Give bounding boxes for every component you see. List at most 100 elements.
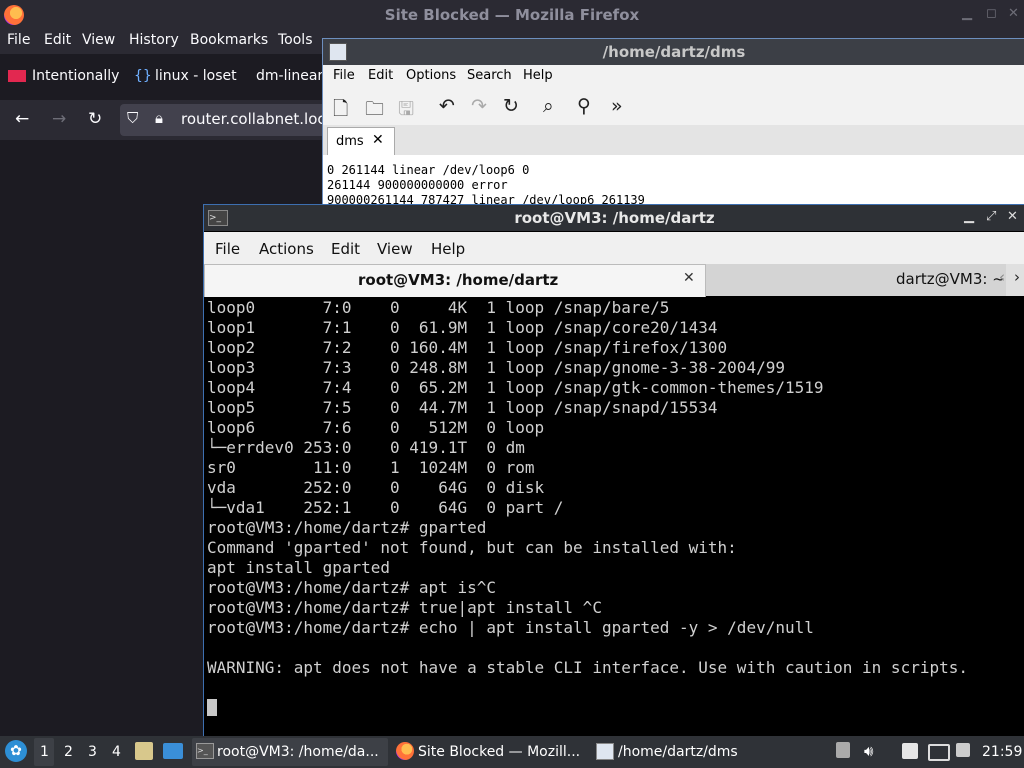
terminal-task-icon: >_	[196, 743, 214, 759]
tab-dartz-label: dartz@VM3: ~	[896, 270, 1005, 288]
dms-menu-help[interactable]: Help	[523, 68, 553, 83]
editor-app-icon	[329, 43, 347, 61]
url-text[interactable]: router.collabnet.local	[181, 110, 339, 128]
terminal-line: └─errdev0 253:0 0 419.1T 0 dm	[207, 438, 525, 457]
terminal-line: loop5 7:5 0 44.7M 1 loop /snap/snapd/155…	[207, 398, 718, 417]
dms-editor-window: /home/dartz/dms File Edit Options Search…	[322, 38, 1024, 210]
terminal-title: root@VM3: /home/dartz	[204, 205, 1024, 231]
terminal-line: root@VM3:/home/dartz# echo | apt install…	[207, 618, 814, 637]
close-icon[interactable]: ✕	[1007, 209, 1018, 224]
dms-toolbar	[323, 89, 1024, 123]
close-tab-icon[interactable]: ✕	[372, 132, 384, 148]
terminal-line: vda 252:0 0 64G 0 disk	[207, 478, 545, 497]
terminal-line: loop3 7:3 0 248.8M 1 loop /snap/gnome-3-…	[207, 358, 785, 377]
clipboard-icon[interactable]	[836, 742, 850, 758]
find-icon[interactable]: ⌕	[543, 95, 554, 117]
task-terminal-label: root@VM3: /home/da...	[217, 744, 379, 760]
brackets-icon: {}	[134, 68, 152, 84]
shield-icon[interactable]: ⛉	[127, 109, 138, 127]
forward-icon[interactable]: →	[52, 109, 66, 129]
term-menu-view[interactable]: View	[377, 240, 413, 258]
dms-menu-file[interactable]: File	[333, 68, 355, 83]
terminal-line: root@VM3:/home/dartz# gparted	[207, 518, 487, 537]
term-menu-help[interactable]: Help	[431, 240, 465, 258]
save-icon[interactable]: 🖫	[398, 95, 414, 127]
scroll-right-icon[interactable]: ›	[1014, 268, 1020, 286]
tab-linux-loset[interactable]: linux - loset	[155, 68, 237, 84]
tab-dartz[interactable]: dartz@VM3: ~	[706, 264, 1006, 296]
task-editor-label[interactable]: /home/dartz/dms	[618, 744, 738, 760]
terminal-line: apt install gparted	[207, 558, 391, 577]
minimize-icon[interactable]: ▁	[962, 6, 972, 21]
close-tab-icon[interactable]: ✕	[683, 270, 695, 286]
term-menu-file[interactable]: File	[215, 240, 240, 258]
terminal-line: root@VM3:/home/dartz# true|apt install ^…	[207, 598, 602, 617]
terminal-line: sr0 11:0 1 1024M 0 rom	[207, 458, 535, 477]
reload-icon[interactable]: ↻	[503, 95, 519, 117]
minimize-icon[interactable]: ▁	[964, 209, 974, 224]
dms-line: 261144 900000000000 error	[327, 178, 508, 192]
workspace-3[interactable]: 3	[88, 744, 97, 760]
tab-root-label: root@VM3: /home/dartz	[358, 271, 559, 289]
desktop-icon[interactable]	[163, 743, 183, 759]
tab-dms[interactable]: dms ✕	[327, 127, 395, 156]
notes-icon[interactable]	[902, 743, 918, 759]
undo-icon[interactable]: ↶	[439, 95, 455, 117]
dms-menu-options[interactable]: Options	[406, 68, 456, 83]
editor-task-icon	[596, 743, 614, 760]
tab-intentionally[interactable]: Intentionally	[32, 68, 119, 84]
tab-dm-linear[interactable]: dm-linear	[256, 68, 323, 84]
terminal-line: loop0 7:0 0 4K 1 loop /snap/bare/5	[207, 298, 670, 317]
tab-dms-label: dms	[336, 134, 364, 149]
open-folder-icon[interactable]: 🗀	[365, 95, 384, 127]
scroll-left-icon[interactable]: ‹	[999, 268, 1005, 286]
new-file-icon[interactable]: 🗋	[333, 95, 348, 127]
menu-file[interactable]: File	[7, 32, 30, 48]
close-icon[interactable]: ✕	[1008, 6, 1019, 21]
menu-edit[interactable]: Edit	[44, 32, 71, 48]
firefox-task-icon	[396, 742, 414, 760]
terminal-line: └─vda1 252:1 0 64G 0 part /	[207, 498, 564, 517]
term-menu-actions[interactable]: Actions	[259, 240, 314, 258]
workspace-2[interactable]: 2	[64, 744, 73, 760]
maximize-icon[interactable]: ◻	[986, 6, 997, 21]
start-menu-icon[interactable]: ✿	[5, 740, 27, 762]
network-icon[interactable]	[928, 744, 950, 761]
term-menu-edit[interactable]: Edit	[331, 240, 360, 258]
dms-menu-edit[interactable]: Edit	[368, 68, 393, 83]
back-icon[interactable]: ←	[15, 109, 29, 129]
dms-menu-search[interactable]: Search	[467, 68, 512, 83]
find-replace-icon[interactable]: ⚲	[577, 95, 591, 117]
terminal-app-icon: >_	[208, 210, 228, 226]
terminal-line: loop4 7:4 0 65.2M 1 loop /snap/gtk-commo…	[207, 378, 824, 397]
firefox-title: Site Blocked — Mozilla Firefox	[0, 0, 1024, 30]
volume-icon[interactable]: 🔊︎	[864, 742, 873, 760]
terminal-menubar	[204, 232, 1024, 264]
menu-bookmarks[interactable]: Bookmarks	[190, 32, 268, 48]
tab-root[interactable]: root@VM3: /home/dartz ✕	[204, 264, 706, 298]
workspace-4[interactable]: 4	[112, 744, 121, 760]
firefox-logo-icon	[4, 5, 24, 25]
site-favicon-icon	[8, 70, 26, 82]
dms-tabstrip	[323, 125, 1024, 156]
terminal-line: Command 'gparted' not found, but can be …	[207, 538, 737, 557]
menu-history[interactable]: History	[129, 32, 179, 48]
maximize-icon[interactable]: ⤢	[986, 209, 996, 224]
notification-icon[interactable]	[956, 743, 970, 757]
terminal-line: loop6 7:6 0 512M 0 loop	[207, 418, 545, 437]
menu-view[interactable]: View	[82, 32, 115, 48]
lock-icon[interactable]: 🔒︎	[155, 109, 163, 127]
workspace-1[interactable]: 1	[40, 744, 49, 760]
terminal-line: WARNING: apt does not have a stable CLI …	[207, 658, 968, 677]
redo-icon[interactable]: ↷	[471, 95, 487, 117]
clock: 21:59	[982, 744, 1023, 760]
terminal-cursor	[207, 699, 217, 716]
dms-line: 0 261144 linear /dev/loop6 0	[327, 163, 530, 177]
file-manager-icon[interactable]	[135, 742, 153, 760]
terminal-line: root@VM3:/home/dartz# apt is^C	[207, 578, 496, 597]
more-icon[interactable]: »	[611, 95, 623, 117]
menu-tools[interactable]: Tools	[278, 32, 313, 48]
task-firefox-label[interactable]: Site Blocked — Mozill...	[418, 744, 580, 760]
terminal-window: root@VM3: /home/dartz >_ ▁ ⤢ ✕ File Acti…	[203, 204, 1024, 738]
reload-icon[interactable]: ↻	[88, 109, 102, 129]
